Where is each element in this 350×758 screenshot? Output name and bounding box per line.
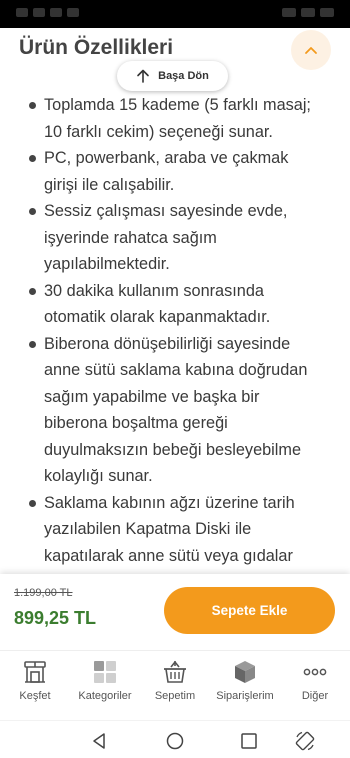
feature-item: Saklama kabının ağzı üzerine tarih yazıl… — [29, 490, 324, 570]
current-price: 899,25 TL — [14, 608, 97, 628]
back-triangle-icon — [93, 733, 105, 749]
grid-icon — [94, 661, 116, 683]
recents-nav-button[interactable] — [238, 730, 260, 752]
status-bar — [0, 0, 350, 28]
tab-label: Sepetim — [154, 690, 196, 702]
tab-sepetim[interactable]: Sepetim — [140, 651, 210, 720]
tab-label: Kategoriler — [78, 690, 132, 702]
store-icon — [24, 661, 46, 683]
product-features-content[interactable]: Toplamda 15 kademe (5 farklı masaj; 10 f… — [0, 92, 350, 574]
feature-item: Toplamda 15 kademe (5 farklı masaj; 10 f… — [29, 92, 324, 145]
status-icons-right — [282, 8, 334, 17]
box-icon — [235, 661, 255, 683]
feature-list: Toplamda 15 kademe (5 farklı masaj; 10 f… — [0, 92, 350, 569]
basket-icon — [164, 660, 186, 683]
tab-label: Diğer — [301, 690, 329, 702]
chevron-up-icon — [305, 47, 317, 54]
arrow-up-icon — [137, 69, 149, 83]
scroll-to-top-button[interactable]: Başa Dön — [117, 61, 228, 91]
home-nav-button[interactable] — [164, 730, 186, 752]
tab-siparislerim[interactable]: Siparişlerim — [210, 651, 280, 720]
feature-item: PC, powerbank, araba ve çakmak girişi il… — [29, 145, 324, 198]
section-title: Ürün Özellikleri — [19, 36, 174, 59]
tab-diger[interactable]: Diğer — [280, 651, 350, 720]
tab-kesfet[interactable]: Keşfet — [0, 651, 70, 720]
back-nav-button[interactable] — [89, 730, 111, 752]
system-nav-bar — [0, 720, 350, 758]
feature-item: Sessiz çalışması sayesinde evde, işyerin… — [29, 198, 324, 278]
home-circle-icon — [166, 732, 184, 750]
rotate-screen-button[interactable] — [294, 730, 316, 752]
bottom-tab-bar: Keşfet Kategoriler Sepetim Siparişlerim — [0, 650, 350, 720]
status-icons-left — [16, 8, 79, 17]
tab-kategoriler[interactable]: Kategoriler — [70, 651, 140, 720]
more-icon — [303, 668, 327, 676]
rotate-icon — [295, 731, 315, 751]
feature-item: Biberona dönüşebilirliği sayesinde anne … — [29, 331, 324, 490]
tab-label: Keşfet — [19, 690, 51, 702]
collapse-section-button[interactable] — [291, 30, 331, 70]
old-price: 1.199,00 TL — [14, 587, 73, 599]
scroll-to-top-label: Başa Dön — [158, 70, 209, 82]
feature-item: 30 dakika kullanım sonrasında otomatik o… — [29, 278, 324, 331]
price-bar: 1.199,00 TL 899,25 TL Sepete Ekle — [0, 574, 350, 650]
recents-square-icon — [241, 733, 257, 749]
add-to-cart-button[interactable]: Sepete Ekle — [164, 587, 335, 634]
tab-label: Siparişlerim — [216, 690, 274, 702]
